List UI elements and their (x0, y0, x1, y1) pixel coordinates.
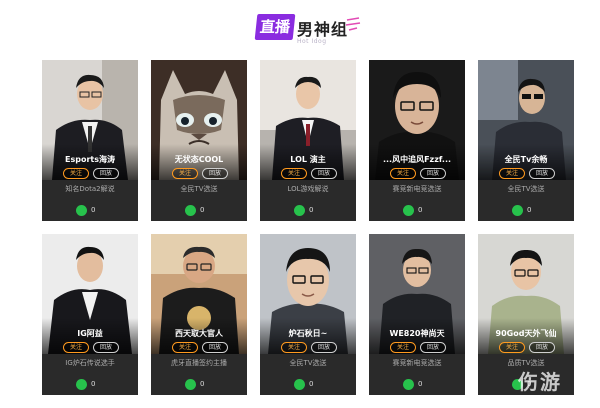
viewer-count: 0 (91, 206, 96, 214)
replay-button[interactable]: 回放 (311, 168, 337, 179)
viewer-count: 0 (200, 380, 205, 388)
streamer-desc: 赛竞新电竞选送 (392, 185, 442, 193)
replay-button[interactable]: 回放 (529, 168, 555, 179)
viewers-icon (294, 205, 305, 216)
viewer-count: 0 (200, 206, 205, 214)
section-title: 男神组 (297, 20, 349, 39)
replay-button[interactable]: 回放 (529, 342, 555, 353)
streamer-desc: 知名Dota2解说 (65, 185, 115, 193)
viewers-icon (403, 205, 414, 216)
viewer-count: 0 (418, 206, 423, 214)
streamer-name: 全民Tv余畅 (504, 155, 548, 164)
streamer-card[interactable]: LOL 演主 关注 回放 LOL游戏解说 0 (260, 60, 356, 221)
streamer-card[interactable]: 无状态COOL 关注 回放 全民TV选送 0 (151, 60, 247, 221)
viewers-icon (185, 205, 196, 216)
streamer-card[interactable]: WE820神尚天 关注 回放 赛竞新电竞选送 0 (369, 234, 465, 395)
section-subtitle: Hot Idog (297, 38, 327, 45)
viewer-count: 0 (527, 206, 532, 214)
follow-button[interactable]: 关注 (281, 168, 307, 179)
follow-button[interactable]: 关注 (172, 342, 198, 353)
follow-button[interactable]: 关注 (281, 342, 307, 353)
streamer-desc: 全民TV选送 (180, 185, 218, 193)
follow-button[interactable]: 关注 (499, 168, 525, 179)
streamer-name: IG阿益 (77, 329, 103, 338)
streamer-desc: LOL游戏解说 (287, 185, 329, 193)
streamer-name: LOL 演主 (290, 155, 326, 164)
streamer-card[interactable]: 全民Tv余畅 关注 回放 全民TV选送 0 (478, 60, 574, 221)
follow-button[interactable]: 关注 (390, 342, 416, 353)
viewers-icon (76, 379, 87, 390)
streamer-name: WE820神尚天 (389, 329, 445, 338)
streamer-desc: 虎牙直播签约主播 (171, 359, 227, 367)
viewer-count: 0 (91, 380, 96, 388)
streamer-card[interactable]: 炉石秋日~ 关注 回放 全民TV选送 0 (260, 234, 356, 395)
streamer-card[interactable]: ...风中追风Fzzf... 关注 回放 赛竞新电竞选送 0 (369, 60, 465, 221)
streamer-card[interactable]: IG阿益 关注 回放 IG炉石传说选手 0 (42, 234, 138, 395)
viewers-icon (512, 205, 523, 216)
replay-button[interactable]: 回放 (202, 342, 228, 353)
streamer-desc: IG炉石传说选手 (65, 359, 115, 367)
streamer-desc: 全民TV选送 (289, 359, 327, 367)
streamer-name: Esports海涛 (65, 155, 115, 164)
viewers-icon (403, 379, 414, 390)
viewer-count: 0 (309, 380, 314, 388)
follow-button[interactable]: 关注 (63, 168, 89, 179)
viewers-icon (185, 379, 196, 390)
site-watermark: 伤游 (518, 370, 562, 394)
viewer-count: 0 (309, 206, 314, 214)
replay-button[interactable]: 回放 (93, 342, 119, 353)
streamer-name: 90God天外飞仙 (495, 329, 557, 338)
replay-button[interactable]: 回放 (202, 168, 228, 179)
follow-button[interactable]: 关注 (63, 342, 89, 353)
follow-button[interactable]: 关注 (499, 342, 525, 353)
streamer-card[interactable]: Esports海涛 关注 回放 知名Dota2解说 0 (42, 60, 138, 221)
viewers-icon (294, 379, 305, 390)
replay-button[interactable]: 回放 (311, 342, 337, 353)
replay-button[interactable]: 回放 (420, 168, 446, 179)
replay-button[interactable]: 回放 (420, 342, 446, 353)
streamer-desc: 全民TV选送 (507, 185, 545, 193)
streamer-card[interactable]: 西天取大官人 关注 回放 虎牙直播签约主播 0 (151, 234, 247, 395)
replay-button[interactable]: 回放 (93, 168, 119, 179)
streamer-desc: 赛竞新电竞选送 (392, 359, 442, 367)
viewers-icon (76, 205, 87, 216)
streamer-name: 无状态COOL (174, 155, 224, 164)
follow-button[interactable]: 关注 (390, 168, 416, 179)
sparkle-icon (345, 17, 361, 31)
section-header: 直播 男神组 Hot Idog (0, 8, 600, 48)
viewer-count: 0 (418, 380, 423, 388)
streamer-name: 炉石秋日~ (288, 329, 328, 338)
follow-button[interactable]: 关注 (172, 168, 198, 179)
streamer-name: ...风中追风Fzzf... (382, 155, 452, 164)
live-badge: 直播 (254, 14, 296, 40)
streamer-name: 西天取大官人 (175, 329, 223, 338)
